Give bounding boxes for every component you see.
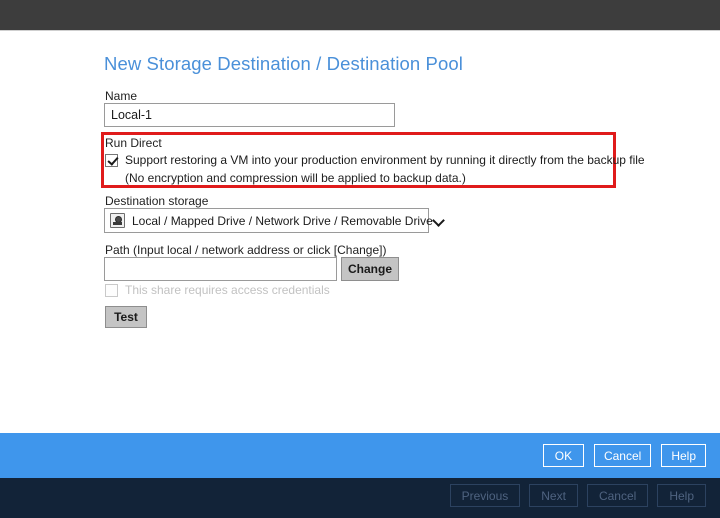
- destination-storage-select[interactable]: Local / Mapped Drive / Network Drive / R…: [104, 208, 433, 233]
- wizard-cancel-button: Cancel: [586, 484, 649, 507]
- run-direct-label: Run Direct: [105, 136, 162, 150]
- name-input[interactable]: [104, 103, 395, 127]
- page-title: New Storage Destination / Destination Po…: [104, 53, 463, 74]
- destination-storage-label: Destination storage: [105, 194, 209, 208]
- action-bar-buttons: OK Cancel Help: [542, 444, 706, 467]
- path-input[interactable]: [104, 257, 337, 281]
- name-label: Name: [105, 89, 138, 103]
- help-button[interactable]: Help: [661, 444, 706, 467]
- run-direct-note: (No encryption and compression will be a…: [125, 171, 466, 185]
- change-button[interactable]: Change: [341, 257, 399, 281]
- app-window: New Storage Destination / Destination Po…: [0, 0, 720, 518]
- cancel-button[interactable]: Cancel: [593, 444, 652, 467]
- previous-button: Previous: [449, 484, 521, 507]
- window-title-bar: [0, 0, 720, 30]
- credentials-checkbox-row: This share requires access credentials: [105, 283, 330, 297]
- wizard-bar-buttons: Previous Next Cancel Help: [449, 484, 706, 507]
- wizard-help-button: Help: [657, 484, 706, 507]
- destination-storage-value: Local / Mapped Drive / Network Drive / R…: [132, 213, 433, 228]
- credentials-checkbox-label: This share requires access credentials: [125, 283, 330, 297]
- dialog-panel: New Storage Destination / Destination Po…: [0, 31, 720, 433]
- path-label: Path (Input local / network address or c…: [105, 243, 387, 257]
- credentials-checkbox: [105, 284, 118, 297]
- test-button[interactable]: Test: [105, 306, 147, 328]
- chevron-down-icon[interactable]: [433, 215, 444, 226]
- next-button: Next: [529, 484, 578, 507]
- run-direct-checkbox-label: Support restoring a VM into your product…: [125, 153, 645, 167]
- wizard-bar: Previous Next Cancel Help: [0, 478, 720, 518]
- run-direct-checkbox-row[interactable]: Support restoring a VM into your product…: [105, 153, 645, 167]
- ok-button[interactable]: OK: [542, 444, 584, 467]
- action-bar: OK Cancel Help: [0, 433, 720, 478]
- drive-icon: [110, 213, 125, 228]
- run-direct-checkbox[interactable]: [105, 154, 118, 167]
